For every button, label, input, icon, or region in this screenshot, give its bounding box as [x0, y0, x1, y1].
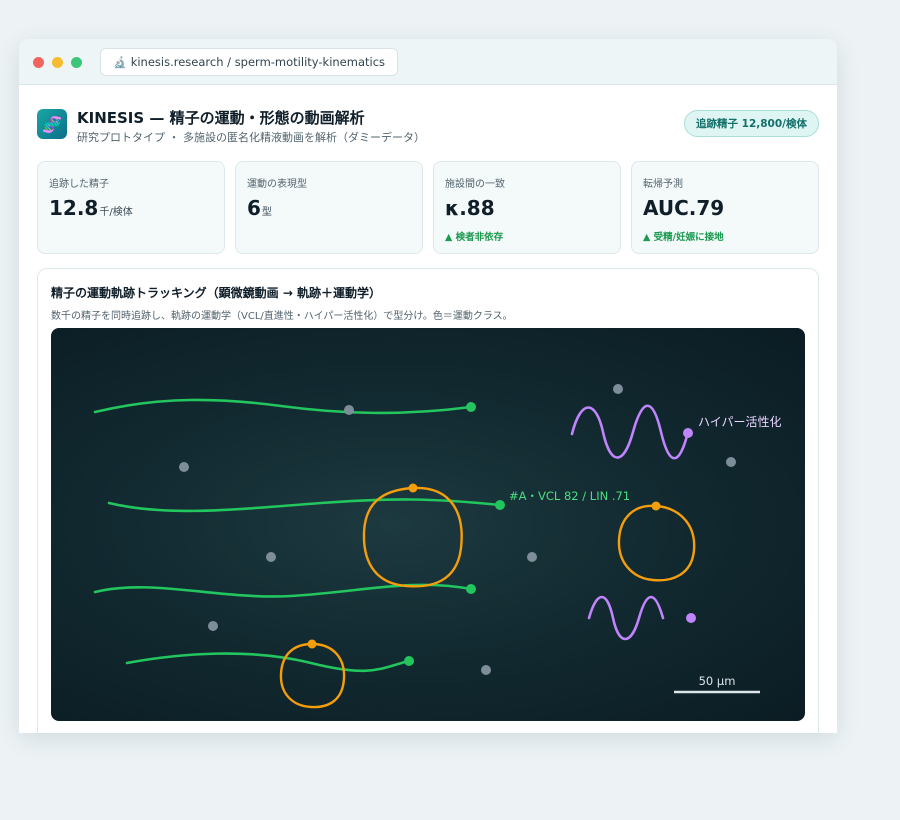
progressive-track	[93, 398, 473, 415]
track-head	[404, 656, 414, 666]
tracking-panel: 精子の運動軌跡トラッキング（顕微鏡動画 → 軌跡＋運動学） 数千の精子を同時追跡…	[37, 268, 819, 733]
track-head	[651, 501, 661, 511]
address-bar[interactable]: 🔬 kinesis.research / sperm-motility-kine…	[100, 48, 399, 76]
stat-value: 12.8千/検体	[49, 196, 133, 220]
track-head	[466, 584, 476, 594]
minimize-window-button[interactable]	[52, 57, 63, 68]
stat-card-phenotypes: 運動の表現型 6型	[235, 161, 423, 254]
track-head	[307, 639, 317, 649]
track-head	[686, 613, 696, 623]
stat-label: 施設間の一致	[445, 179, 505, 190]
immotile-cell	[613, 384, 623, 394]
tracked-count-badge: 追跡精子 12,800/検体	[683, 110, 819, 137]
stat-label: 追跡した精子	[49, 179, 109, 190]
track-head	[466, 402, 476, 412]
stat-note: ▲ 検者非依存	[445, 232, 504, 243]
close-window-button[interactable]	[33, 57, 44, 68]
dna-icon: 🧬	[37, 109, 67, 139]
progressive-track	[107, 498, 502, 513]
microscope-icon: 🔬	[113, 55, 127, 69]
trajectory-canvas: #A・VCL 82 / LIN .71 ハイパー活性化 50 μm	[93, 384, 782, 709]
scale-bar-label: 50 μm	[699, 674, 736, 688]
immotile-cell	[481, 665, 491, 675]
immotile-cell	[179, 462, 189, 472]
stat-value: 6型	[247, 196, 272, 220]
stat-label: 転帰予測	[643, 179, 683, 190]
immotile-cell	[208, 621, 218, 631]
immotile-cell	[527, 552, 537, 562]
stat-value: AUC.79	[643, 196, 725, 220]
immotile-cell	[726, 457, 736, 467]
hyperactivated-track	[587, 595, 665, 641]
page-title: KINESIS — 精子の運動・形態の動画解析	[77, 109, 365, 127]
browser-window: 🔬 kinesis.research / sperm-motility-kine…	[19, 39, 837, 733]
page-subtitle: 研究プロトタイプ ・ 多施設の匿名化精液動画を解析（ダミーデータ）	[77, 131, 425, 144]
microscope-video-viewer[interactable]: #A・VCL 82 / LIN .71 ハイパー活性化 50 μm	[51, 328, 805, 721]
track-head	[683, 428, 693, 438]
immotile-cell	[344, 405, 354, 415]
app-header: 🧬 KINESIS — 精子の運動・形態の動画解析 研究プロトタイプ ・ 多施設…	[37, 109, 819, 149]
panel-title: 精子の運動軌跡トラッキング（顕微鏡動画 → 軌跡＋運動学）	[51, 286, 382, 300]
stat-card-agreement: 施設間の一致 κ.88 ▲ 検者非依存	[433, 161, 621, 254]
track-annotation: #A・VCL 82 / LIN .71	[509, 489, 630, 503]
track-head	[495, 500, 505, 510]
stat-unit: 千/検体	[99, 207, 133, 218]
stat-note: ▲ 受精/妊娠に接地	[643, 232, 724, 243]
stat-label: 運動の表現型	[247, 179, 307, 190]
progressive-track	[125, 652, 411, 673]
stat-value: κ.88	[445, 196, 495, 220]
hyperactivation-label: ハイパー活性化	[698, 415, 782, 429]
browser-chrome: 🔬 kinesis.research / sperm-motility-kine…	[19, 39, 837, 85]
immotile-cell	[266, 552, 276, 562]
stat-card-prediction: 転帰予測 AUC.79 ▲ 受精/妊娠に接地	[631, 161, 819, 254]
stat-unit: 型	[261, 207, 272, 218]
circular-track	[617, 504, 696, 582]
circular-track	[362, 486, 463, 588]
address-text: kinesis.research / sperm-motility-kinema…	[130, 55, 386, 69]
maximize-window-button[interactable]	[71, 57, 82, 68]
panel-description: 数千の精子を同時追跡し、軌跡の運動学（VCL/直進性・ハイパー活性化）で型分け。…	[51, 311, 513, 322]
track-head	[408, 483, 418, 493]
hyperactivated-track	[570, 404, 690, 460]
stat-card-tracked: 追跡した精子 12.8千/検体	[37, 161, 225, 254]
stat-cards: 追跡した精子 12.8千/検体 運動の表現型 6型 施設間の一致 κ.88 ▲ …	[37, 161, 819, 254]
circular-track	[279, 642, 346, 709]
